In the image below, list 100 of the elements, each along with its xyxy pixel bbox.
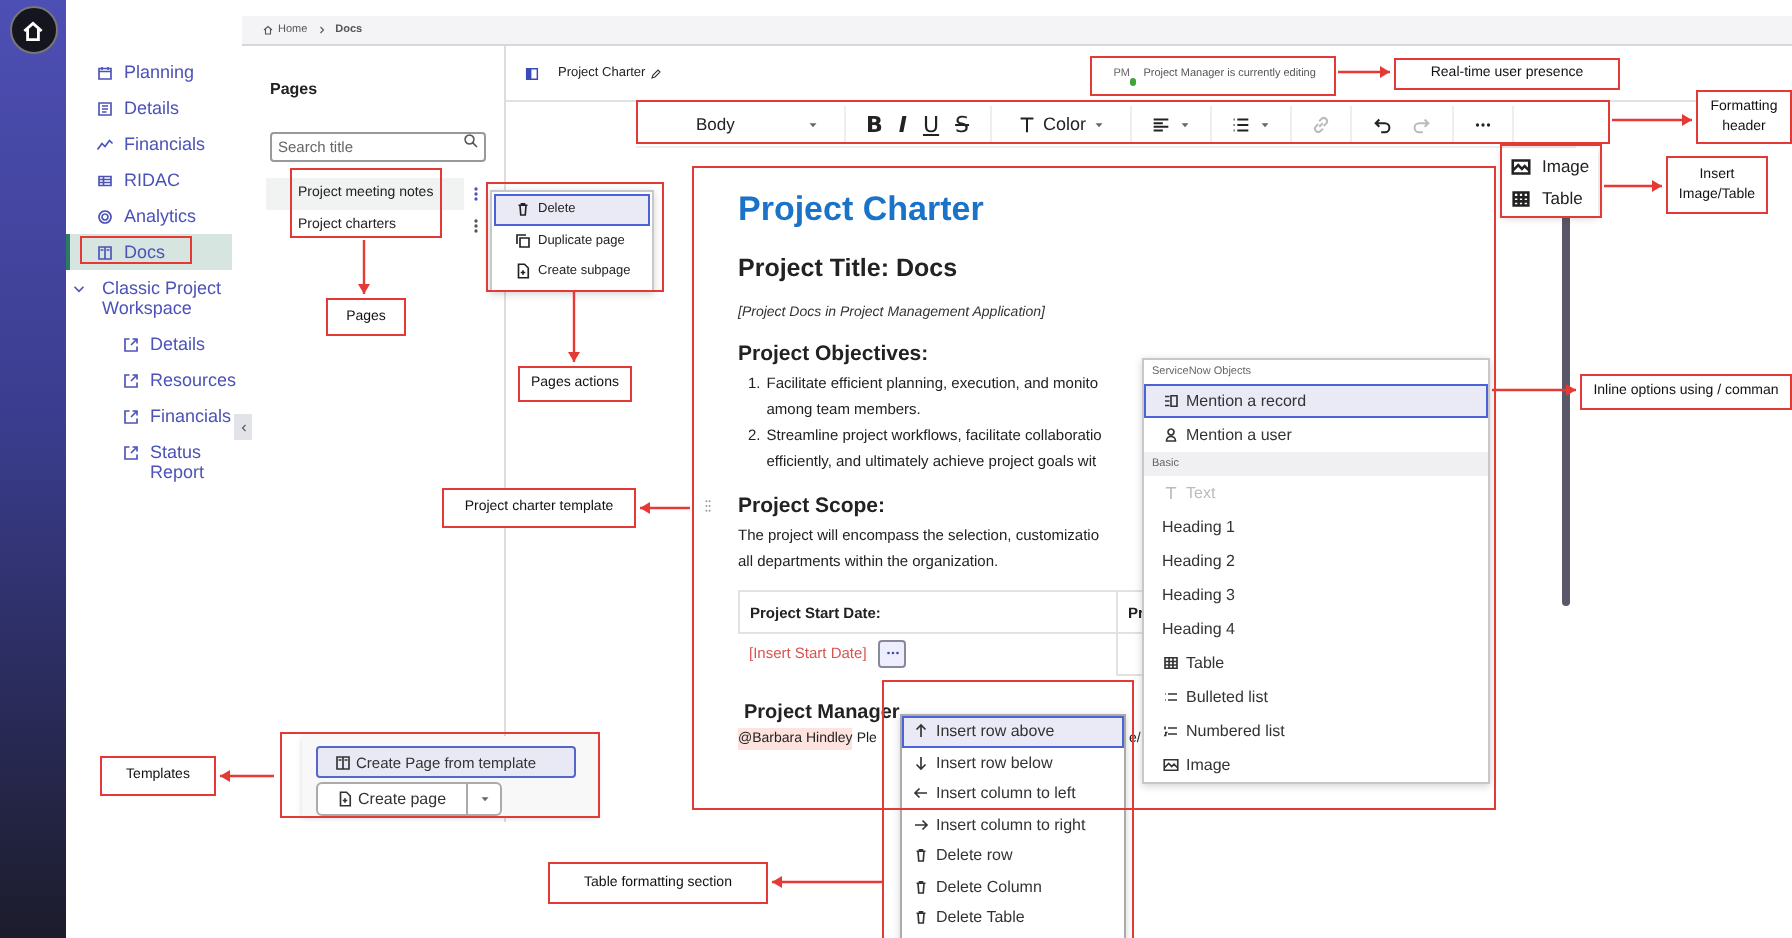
copy-icon [514, 231, 532, 250]
target-icon [96, 208, 114, 226]
menu-item[interactable]: Image [1502, 150, 1598, 182]
numbered-list-icon [1162, 722, 1180, 740]
book-icon [96, 244, 114, 262]
search-icon [462, 132, 480, 150]
menu-item[interactable]: Table [1144, 646, 1488, 680]
callout-arrow [1492, 384, 1576, 396]
kebab-icon[interactable] [472, 216, 480, 236]
trash-icon [912, 846, 930, 865]
grid-icon [96, 172, 114, 190]
sidebar-item[interactable]: Docs [66, 234, 232, 270]
sidebar-item[interactable]: Resources [66, 362, 232, 398]
record-icon [1162, 392, 1180, 410]
text-color-icon [1015, 113, 1038, 135]
document-heading: Project Charter [738, 188, 986, 232]
document-icon [96, 100, 114, 118]
image-icon [1162, 756, 1180, 774]
external-link-icon [122, 444, 140, 462]
table-icon [1510, 187, 1532, 209]
annotation-frame [80, 236, 192, 264]
callout-arrow [1604, 180, 1662, 192]
text-color-dropdown[interactable]: Color [991, 106, 1133, 142]
sidebar-item[interactable]: Status Report [66, 434, 232, 490]
table-icon [1162, 654, 1180, 672]
menu-item[interactable]: Mention a user [1144, 418, 1488, 452]
chevron-icon [315, 24, 328, 36]
caret-icon [1258, 117, 1273, 131]
menu-item[interactable]: Insert row below [902, 747, 1124, 778]
trash-icon [912, 877, 930, 896]
caret-icon [477, 792, 492, 806]
trash-icon [514, 200, 532, 219]
caret-icon [806, 117, 820, 131]
align-left-icon [1150, 113, 1173, 135]
style-dropdown[interactable]: Body [636, 106, 846, 142]
caret-icon [1178, 117, 1193, 131]
collapse-button[interactable] [234, 414, 252, 440]
file-icon [336, 790, 354, 808]
pencil-icon[interactable] [649, 67, 662, 79]
calendar-icon [96, 64, 114, 82]
file-icon [334, 753, 352, 771]
menu-item[interactable]: Delete row [902, 840, 1124, 871]
caret-icon [1092, 117, 1107, 131]
scrollbar[interactable] [1562, 214, 1570, 606]
menu-item[interactable]: Insert column to left [902, 778, 1124, 809]
sidebar-item[interactable]: Details [66, 326, 232, 362]
cell-menu-button[interactable] [878, 639, 907, 667]
menu-item[interactable]: Image [1144, 748, 1488, 782]
user-icon [1162, 426, 1180, 444]
redo-icon [1410, 113, 1433, 135]
menu-item[interactable]: Insert column to right [902, 809, 1124, 840]
sidebar-item[interactable]: Classic Project Workspace [66, 270, 232, 326]
sidebar-item[interactable]: Financials [66, 126, 232, 162]
menu-item[interactable]: Insert row above [902, 716, 1124, 747]
list-icon [1230, 113, 1253, 135]
external-link-icon [122, 408, 140, 426]
callout-arrow [358, 240, 370, 294]
strikethrough-button[interactable]: S [947, 106, 978, 142]
create-page-button[interactable]: Create page [316, 782, 469, 816]
home-button[interactable] [9, 6, 57, 54]
menu-item[interactable]: Heading 2 [1144, 544, 1488, 578]
side-panel-icon[interactable] [524, 65, 540, 81]
menu-item[interactable]: Delete Column [902, 871, 1124, 902]
sidebar-item[interactable]: Details [66, 90, 232, 126]
dropdown-button[interactable] [468, 782, 503, 816]
home-icon [262, 24, 274, 36]
bold-button[interactable]: B [858, 106, 891, 142]
chevron-left-icon [237, 421, 249, 433]
menu-item[interactable]: Delete Table [902, 902, 1124, 933]
project-title: Project Title: Docs [738, 254, 960, 282]
kebab-icon[interactable] [472, 184, 480, 204]
section-heading: Project Objectives: [738, 342, 931, 366]
sidebar-item[interactable]: RIDAC [66, 162, 232, 198]
callout-arrow [640, 502, 690, 514]
trash-icon [912, 908, 930, 927]
callout-arrow [1612, 114, 1692, 126]
menu-item[interactable]: Bulleted list [1144, 680, 1488, 714]
external-link-icon [122, 372, 140, 390]
panel-title: Pages [270, 80, 320, 98]
undo-icon [1372, 113, 1395, 135]
menu-item[interactable]: Heading 1 [1144, 510, 1488, 544]
list-icon [1162, 688, 1180, 706]
callout-arrow [1338, 66, 1390, 78]
menu-item[interactable]: Mention a record [1144, 384, 1488, 418]
menu-item[interactable]: Numbered list [1144, 714, 1488, 748]
arrow-right-icon [912, 815, 930, 834]
home-icon [20, 17, 46, 43]
callout-arrow [568, 292, 580, 362]
underline-button[interactable]: U [914, 106, 948, 142]
arrow-left-icon [912, 784, 930, 803]
file-icon [514, 262, 532, 281]
callout-arrow [772, 876, 882, 888]
sidebar-item[interactable]: Planning [66, 54, 232, 90]
menu-item[interactable]: Table [1502, 182, 1598, 214]
arrow-up-icon [912, 722, 930, 741]
sidebar-item[interactable]: Analytics [66, 198, 232, 234]
italic-button[interactable]: I [890, 106, 915, 142]
image-icon [1510, 155, 1532, 177]
chart-icon [96, 136, 114, 154]
sidebar-item[interactable]: Financials [66, 398, 232, 434]
